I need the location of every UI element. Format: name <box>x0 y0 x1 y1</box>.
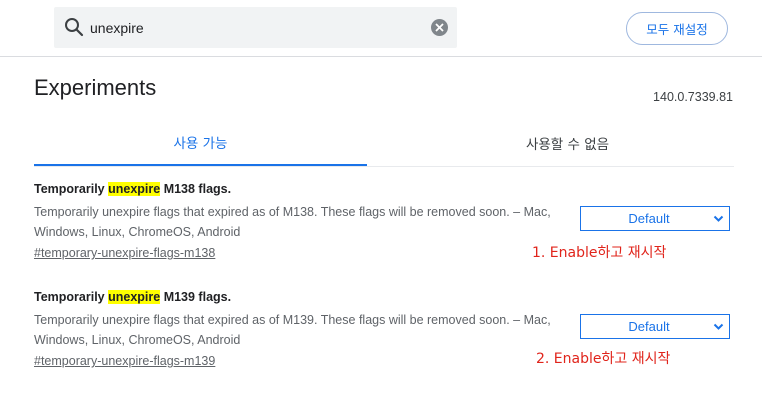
chevron-down-icon <box>713 215 724 222</box>
clear-icon[interactable] <box>431 19 448 36</box>
search-highlight: unexpire <box>108 290 161 304</box>
search-icon <box>65 18 84 37</box>
select-value: Default <box>628 319 670 334</box>
reset-all-button[interactable]: 모두 재설정 <box>626 12 728 45</box>
experiment-title: Temporarily unexpire M139 flags. <box>34 290 232 304</box>
annotation-note: 2. Enable하고 재시작 <box>536 351 671 367</box>
annotation-note: 1. Enable하고 재시작 <box>532 245 667 261</box>
experiment-description: Temporarily unexpire flags that expired … <box>34 205 551 239</box>
tab-bar: 사용 가능 사용할 수 없음 <box>34 119 734 167</box>
experiment-state-select[interactable]: Default <box>580 314 730 339</box>
tab-available[interactable]: 사용 가능 <box>34 119 367 166</box>
experiment-link[interactable]: #temporary-unexpire-flags-m139 <box>34 354 215 368</box>
tab-unavailable[interactable]: 사용할 수 없음 <box>401 119 734 166</box>
experiment-description: Temporarily unexpire flags that expired … <box>34 313 551 347</box>
search-input[interactable] <box>90 7 420 48</box>
search-box[interactable] <box>54 7 457 48</box>
experiment-state-select[interactable]: Default <box>580 206 730 231</box>
search-highlight: unexpire <box>108 182 161 196</box>
version-label: 140.0.7339.81 <box>653 90 733 104</box>
header: 모두 재설정 <box>0 0 762 57</box>
chevron-down-icon <box>713 323 724 330</box>
experiment-link[interactable]: #temporary-unexpire-flags-m138 <box>34 246 215 260</box>
select-value: Default <box>628 211 670 226</box>
experiment-title: Temporarily unexpire M138 flags. <box>34 182 232 196</box>
experiment-item: Temporarily unexpire M139 flags. Tempora… <box>34 288 734 369</box>
page-title: Experiments <box>34 75 157 100</box>
experiment-item: Temporarily unexpire M138 flags. Tempora… <box>34 180 734 261</box>
